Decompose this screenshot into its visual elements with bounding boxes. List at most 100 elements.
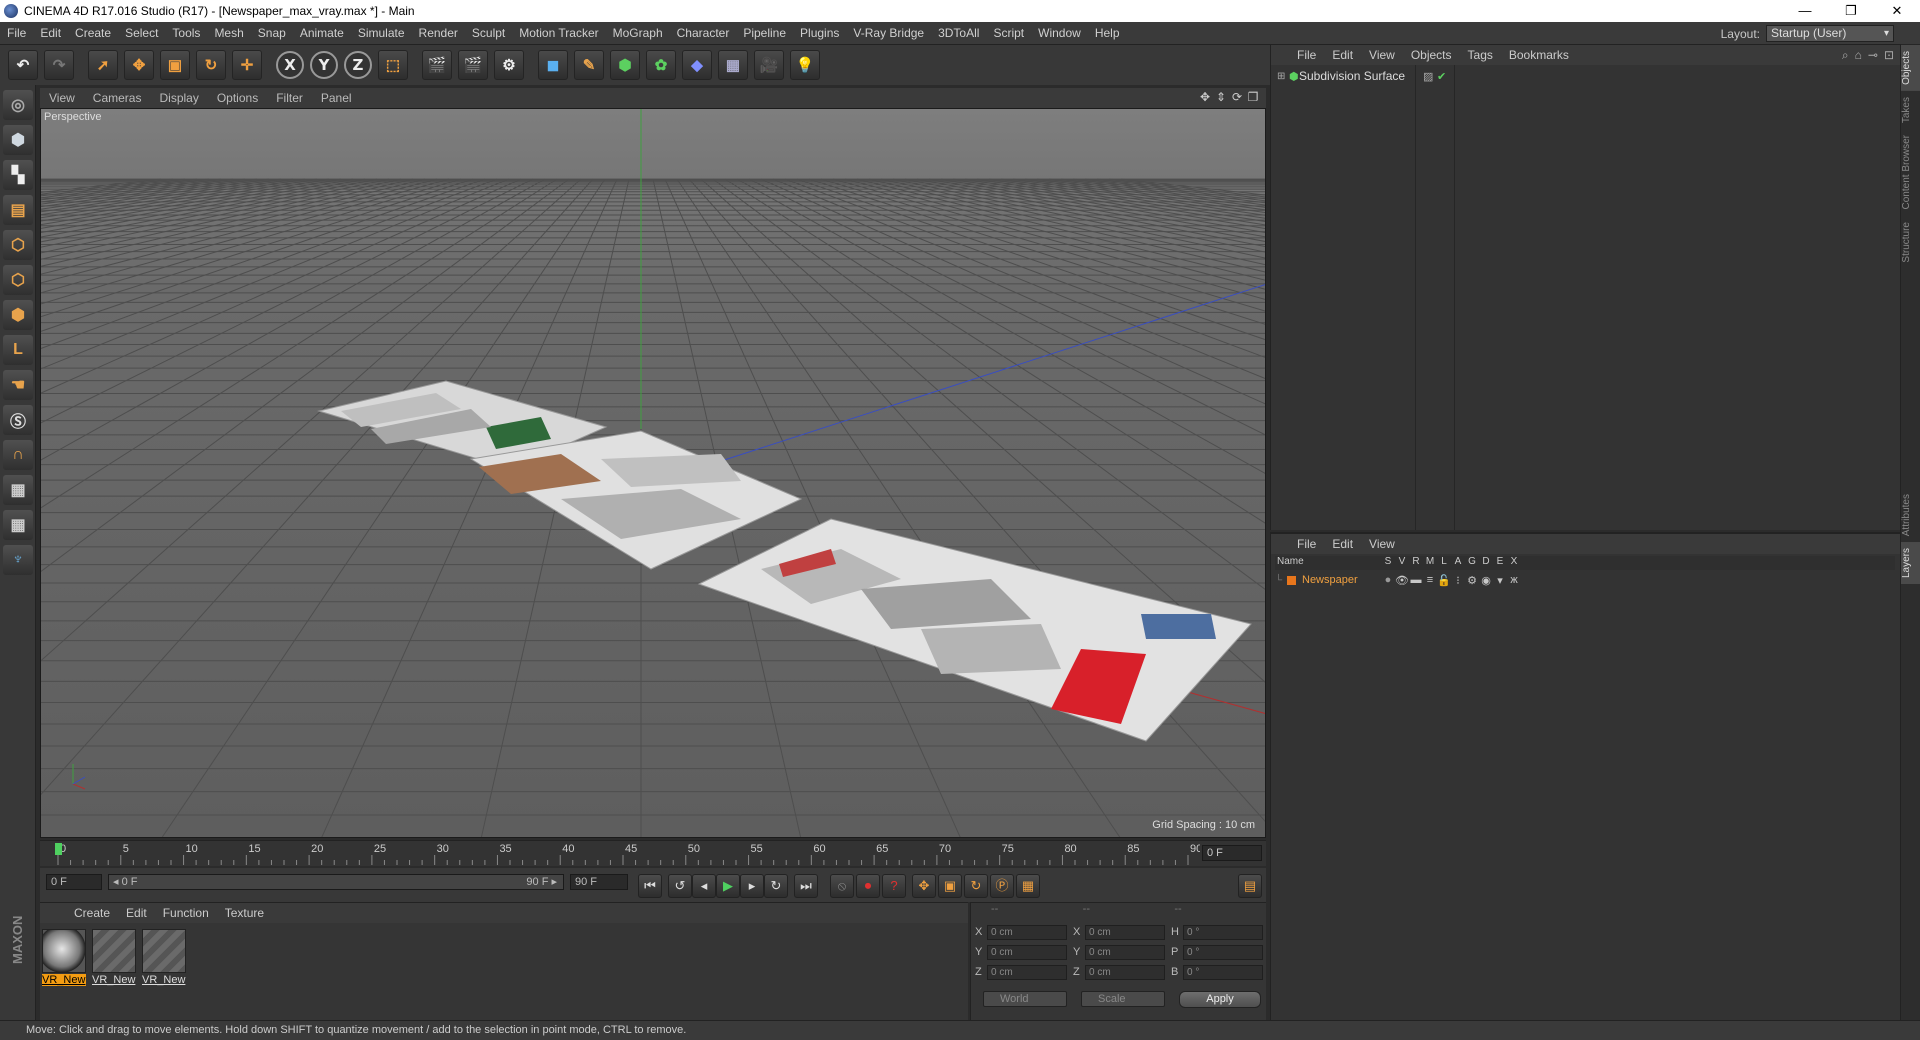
current-frame-field[interactable]: 0 F bbox=[1202, 845, 1262, 861]
menu-help[interactable]: Help bbox=[1088, 26, 1127, 40]
tab-content-browser[interactable]: Content Browser bbox=[1901, 129, 1920, 215]
polygons-mode-icon[interactable]: ⬢ bbox=[3, 300, 33, 330]
tab-layers[interactable]: Layers bbox=[1901, 542, 1920, 585]
menu-plugins[interactable]: Plugins bbox=[793, 26, 846, 40]
y-axis-lock-icon[interactable]: Y bbox=[310, 51, 338, 79]
position-x-field[interactable]: 0 cm bbox=[987, 924, 1067, 940]
workplane-lock-icon[interactable]: ▦ bbox=[3, 475, 33, 505]
menu-script[interactable]: Script bbox=[986, 26, 1031, 40]
generator-icon[interactable]: ⚙ bbox=[1465, 574, 1479, 587]
view-icon[interactable]: 👁 bbox=[1395, 574, 1409, 587]
solo-icon[interactable]: ● bbox=[1381, 574, 1395, 586]
col-name[interactable]: Name bbox=[1275, 556, 1381, 570]
world-dropdown[interactable]: World bbox=[983, 991, 1067, 1007]
magnet-icon[interactable]: ∩ bbox=[3, 440, 33, 470]
rotate-view-icon[interactable]: ⟳ bbox=[1230, 90, 1244, 104]
deformer-icon[interactable]: ◆ bbox=[682, 50, 712, 80]
menu-edit[interactable]: Edit bbox=[33, 26, 68, 40]
live-selection-icon[interactable]: ➚ bbox=[88, 50, 118, 80]
menu-animate[interactable]: Animate bbox=[293, 26, 351, 40]
end-frame-field[interactable]: 90 F bbox=[570, 874, 628, 890]
object-row[interactable]: ⊞ ⬢ Subdivision Surface ▨ ✔ bbox=[1273, 67, 1897, 85]
material-menu-function[interactable]: Function bbox=[155, 906, 217, 920]
object-menu-view[interactable]: View bbox=[1361, 48, 1403, 62]
key-scale-icon[interactable]: ▣ bbox=[938, 874, 962, 898]
menu-simulate[interactable]: Simulate bbox=[351, 26, 412, 40]
object-menu-edit[interactable]: Edit bbox=[1324, 48, 1361, 62]
tab-attributes[interactable]: Attributes bbox=[1901, 488, 1920, 542]
layer-row[interactable]: └ Newspaper ● 👁 ▬ ≡ 🔓 ⁝ ⚙ ◉ ▾ ж bbox=[1275, 572, 1895, 588]
timeline-layout-icon[interactable]: ▤ bbox=[1238, 874, 1262, 898]
object-menu-objects[interactable]: Objects bbox=[1403, 48, 1460, 62]
snap-icon[interactable]: Ⓢ bbox=[3, 405, 33, 435]
material-menu-create[interactable]: Create bbox=[66, 906, 118, 920]
material-swatch[interactable]: VR_New bbox=[142, 929, 186, 987]
size-y-field[interactable]: 0 cm bbox=[1085, 944, 1165, 960]
xref-icon[interactable]: ж bbox=[1507, 574, 1521, 586]
editor-visibility-icon[interactable]: ▨ bbox=[1423, 70, 1433, 83]
expand-icon[interactable]: ⊞ bbox=[1277, 71, 1285, 82]
layer-menu-view[interactable]: View bbox=[1361, 537, 1403, 551]
material-swatch[interactable]: VR_New bbox=[42, 929, 86, 987]
expression-icon[interactable]: ▾ bbox=[1493, 574, 1507, 587]
col-locked[interactable]: L bbox=[1437, 556, 1451, 570]
col-manager[interactable]: M bbox=[1423, 556, 1437, 570]
close-button[interactable]: ✕ bbox=[1874, 0, 1920, 22]
menu-mesh[interactable]: Mesh bbox=[207, 26, 250, 40]
move-tool-icon[interactable]: ✥ bbox=[124, 50, 154, 80]
rotation-b-field[interactable]: 0 ° bbox=[1183, 964, 1263, 980]
menu-snap[interactable]: Snap bbox=[251, 26, 293, 40]
viewport-menu-cameras[interactable]: Cameras bbox=[84, 91, 151, 105]
make-editable-icon[interactable]: ◎ bbox=[3, 90, 33, 120]
menu-select[interactable]: Select bbox=[118, 26, 165, 40]
position-z-field[interactable]: 0 cm bbox=[987, 964, 1067, 980]
play-icon[interactable]: ▶ bbox=[716, 874, 740, 898]
size-z-field[interactable]: 0 cm bbox=[1085, 964, 1165, 980]
zoom-view-icon[interactable]: ⇕ bbox=[1214, 90, 1228, 104]
menu-motion-tracker[interactable]: Motion Tracker bbox=[512, 26, 605, 40]
col-expressions[interactable]: E bbox=[1493, 556, 1507, 570]
menu-pipeline[interactable]: Pipeline bbox=[736, 26, 793, 40]
model-mode-icon[interactable]: ⬢ bbox=[3, 125, 33, 155]
previous-key-icon[interactable]: ↺ bbox=[668, 874, 692, 898]
menu-create[interactable]: Create bbox=[68, 26, 118, 40]
render-view-icon[interactable]: 🎬 bbox=[422, 50, 452, 80]
tab-takes[interactable]: Takes bbox=[1901, 91, 1920, 129]
viewport-menu-display[interactable]: Display bbox=[150, 91, 207, 105]
menu-3dtoall[interactable]: 3DToAll bbox=[931, 26, 986, 40]
enabled-check-icon[interactable]: ✔ bbox=[1437, 70, 1446, 83]
layer-menu-file[interactable]: File bbox=[1289, 537, 1324, 551]
menu-vray-bridge[interactable]: V-Ray Bridge bbox=[846, 26, 931, 40]
menu-mograph[interactable]: MoGraph bbox=[606, 26, 670, 40]
layer-color-swatch[interactable] bbox=[1287, 575, 1296, 585]
frame-range-slider[interactable]: ◂ 0 F 90 F ▸ bbox=[108, 874, 564, 890]
coordinate-system-icon[interactable]: ⬚ bbox=[378, 50, 408, 80]
subdivision-surface-icon[interactable]: ⬢ bbox=[610, 50, 640, 80]
search-icon[interactable]: ⌕ bbox=[1842, 48, 1849, 63]
position-y-field[interactable]: 0 cm bbox=[987, 944, 1067, 960]
key-rotation-icon[interactable]: ↻ bbox=[964, 874, 988, 898]
tweak-mode-icon[interactable]: ☚ bbox=[3, 370, 33, 400]
floor-icon[interactable]: ▦ bbox=[718, 50, 748, 80]
viewport-menu-panel[interactable]: Panel bbox=[312, 91, 361, 105]
playhead[interactable] bbox=[55, 843, 62, 855]
tab-structure[interactable]: Structure bbox=[1901, 216, 1920, 269]
viewport-menu-view[interactable]: View bbox=[40, 91, 84, 105]
scale-tool-icon[interactable]: ▣ bbox=[160, 50, 190, 80]
go-to-end-icon[interactable]: ⏭ bbox=[794, 874, 818, 898]
minimize-button[interactable]: — bbox=[1782, 0, 1828, 22]
key-pla-icon[interactable]: ▦ bbox=[1016, 874, 1040, 898]
scale-dropdown[interactable]: Scale bbox=[1081, 991, 1165, 1007]
menu-file[interactable]: File bbox=[0, 26, 33, 40]
undo-icon[interactable]: ↶ bbox=[8, 50, 38, 80]
x-axis-lock-icon[interactable]: X bbox=[276, 51, 304, 79]
next-key-icon[interactable]: ↻ bbox=[764, 874, 788, 898]
pen-spline-icon[interactable]: ✎ bbox=[574, 50, 604, 80]
rotation-p-field[interactable]: 0 ° bbox=[1183, 944, 1263, 960]
points-mode-icon[interactable]: ⬡ bbox=[3, 230, 33, 260]
rotate-tool-icon[interactable]: ↻ bbox=[196, 50, 226, 80]
render-picture-viewer-icon[interactable]: 🎬 bbox=[458, 50, 488, 80]
record-keys-icon[interactable]: ⦸ bbox=[830, 874, 854, 898]
material-menu-edit[interactable]: Edit bbox=[118, 906, 155, 920]
home-icon[interactable]: ⌂ bbox=[1855, 48, 1862, 63]
